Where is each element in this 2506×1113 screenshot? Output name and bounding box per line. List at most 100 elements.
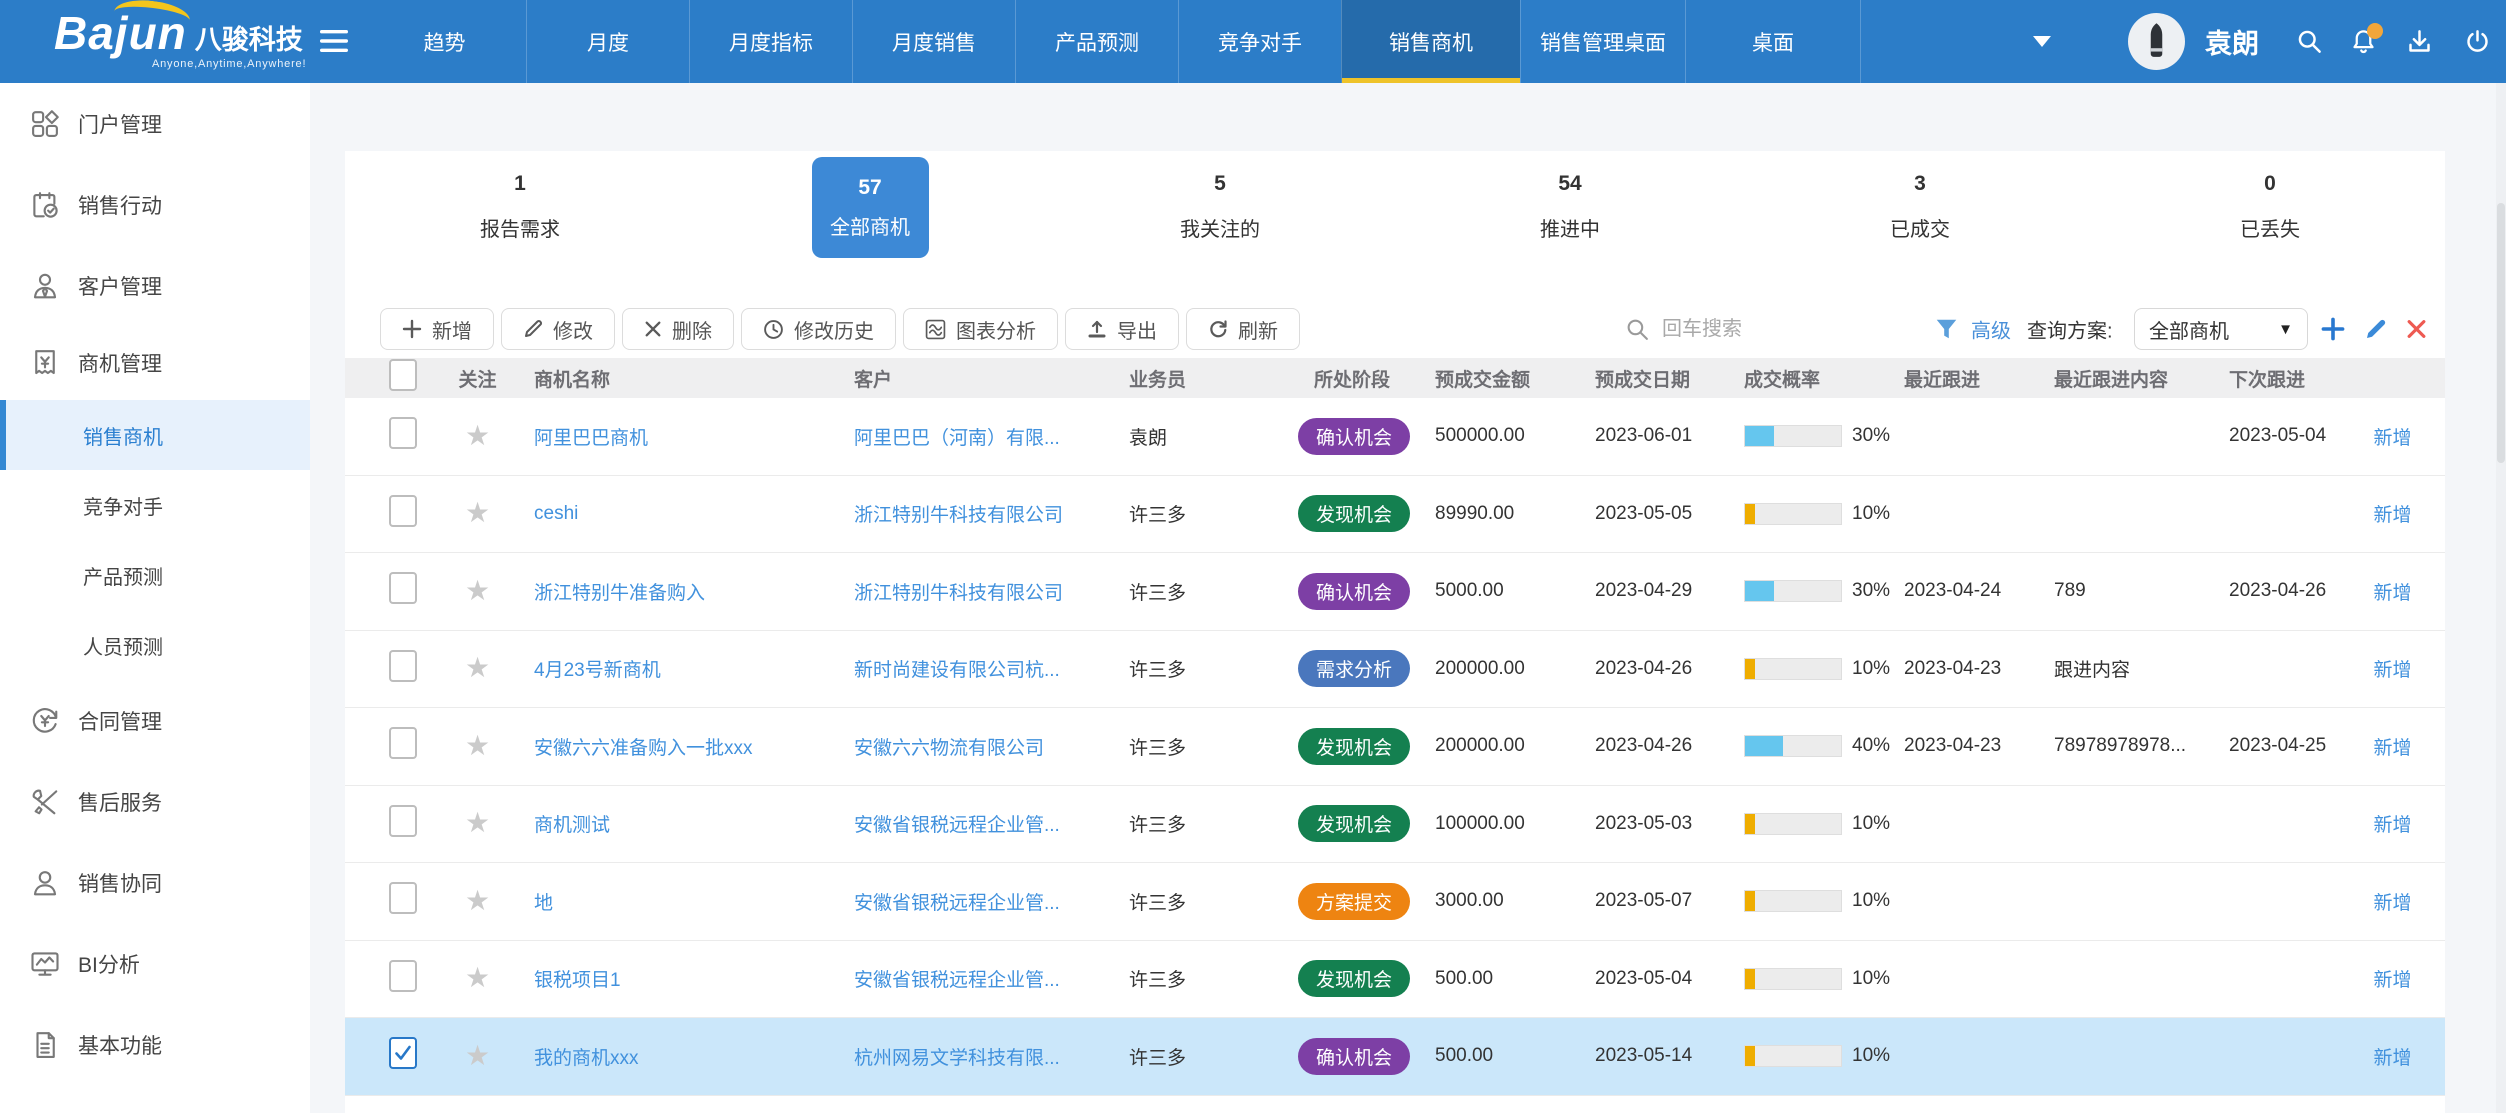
sidebar-subitem-人员预测[interactable]: 人员预测 — [0, 610, 310, 680]
star-icon[interactable]: ★ — [465, 1040, 490, 1071]
row-checkbox[interactable] — [389, 572, 417, 604]
sidebar-item-销售协同[interactable]: 销售协同 — [0, 842, 310, 923]
nav-tab-桌面[interactable]: 桌面 — [1685, 0, 1860, 83]
toolbar-button-导出[interactable]: 导出 — [1065, 308, 1179, 350]
star-icon[interactable]: ★ — [465, 962, 490, 993]
nav-tab-月度指标[interactable]: 月度指标 — [689, 0, 852, 83]
add-follow-link[interactable]: 新增 — [2373, 583, 2411, 604]
add-follow-link[interactable]: 新增 — [2373, 1048, 2411, 1069]
star-icon[interactable]: ★ — [465, 497, 490, 528]
sidebar-subitem-竞争对手[interactable]: 竞争对手 — [0, 470, 310, 540]
sidebar-item-商机管理[interactable]: 商机管理 — [0, 326, 310, 400]
customer-link[interactable]: 安徽省银税远程企业管... — [854, 970, 1060, 991]
stat-全部商机[interactable]: 57全部商机 — [812, 157, 929, 258]
nav-tab-趋势[interactable]: 趋势 — [363, 0, 526, 83]
row-checkbox[interactable] — [389, 805, 417, 837]
customer-link[interactable]: 安徽六六物流有限公司 — [854, 738, 1044, 759]
row-checkbox[interactable] — [389, 960, 417, 992]
opportunity-link[interactable]: 地 — [534, 893, 553, 914]
row-checkbox[interactable] — [389, 1037, 417, 1069]
cell-customer-link: 安徽省银税远程企业管... — [830, 965, 1105, 992]
sidebar-item-销售行动[interactable]: 销售行动 — [0, 164, 310, 245]
advanced-filter-link[interactable]: 高级 — [1971, 315, 2011, 344]
row-checkbox[interactable] — [389, 882, 417, 914]
customer-link[interactable]: 安徽省银税远程企业管... — [854, 815, 1060, 836]
star-icon[interactable]: ★ — [465, 807, 490, 838]
star-icon[interactable]: ★ — [465, 885, 490, 916]
add-scheme-icon[interactable] — [2321, 317, 2345, 341]
stat-已成交[interactable]: 3已成交 — [1890, 173, 1950, 240]
nav-tab-月度销售[interactable]: 月度销售 — [852, 0, 1015, 83]
opportunity-link[interactable]: 浙江特别牛准备购入 — [534, 583, 705, 604]
username[interactable]: 袁朗 — [2205, 0, 2259, 83]
sidebar-item-BI分析[interactable]: BI分析 — [0, 923, 310, 1004]
filter-funnel-icon[interactable] — [1935, 318, 1958, 341]
opportunity-link[interactable]: 我的商机xxx — [534, 1048, 639, 1069]
nav-tab-销售管理桌面[interactable]: 销售管理桌面 — [1520, 0, 1685, 83]
add-follow-link[interactable]: 新增 — [2373, 660, 2411, 681]
add-follow-link[interactable]: 新增 — [2373, 428, 2411, 449]
menu-toggle-icon[interactable] — [320, 30, 350, 54]
customer-link[interactable]: 阿里巴巴（河南）有限... — [854, 428, 1060, 449]
nav-more-dropdown-icon[interactable] — [1860, 0, 2065, 83]
stat-报告需求[interactable]: 1报告需求 — [480, 173, 560, 240]
star-icon[interactable]: ★ — [465, 730, 490, 761]
add-follow-link[interactable]: 新增 — [2373, 970, 2411, 991]
power-icon[interactable] — [2464, 0, 2491, 83]
toolbar-button-修改历史[interactable]: 修改历史 — [741, 308, 896, 350]
download-icon[interactable] — [2406, 0, 2433, 83]
star-icon[interactable]: ★ — [465, 575, 490, 606]
opportunity-link[interactable]: 银税项目1 — [534, 970, 621, 991]
opportunity-link[interactable]: 4月23号新商机 — [534, 660, 661, 681]
nav-tab-销售商机[interactable]: 销售商机 — [1341, 0, 1520, 83]
nav-tab-产品预测[interactable]: 产品预测 — [1015, 0, 1178, 83]
toolbar-button-修改[interactable]: 修改 — [501, 308, 615, 350]
avatar[interactable] — [2128, 13, 2185, 70]
customer-link[interactable]: 浙江特别牛科技有限公司 — [854, 505, 1063, 526]
toolbar-button-新增[interactable]: 新增 — [380, 308, 494, 350]
stat-我关注的[interactable]: 5我关注的 — [1180, 173, 1260, 240]
row-checkbox[interactable] — [389, 650, 417, 682]
star-icon[interactable]: ★ — [465, 420, 490, 451]
add-follow-link[interactable]: 新增 — [2373, 738, 2411, 759]
star-icon[interactable]: ★ — [465, 652, 490, 683]
opportunity-link[interactable]: 阿里巴巴商机 — [534, 428, 648, 449]
edit-scheme-icon[interactable] — [2364, 317, 2388, 341]
add-follow-link[interactable]: 新增 — [2373, 505, 2411, 526]
row-checkbox[interactable] — [389, 727, 417, 759]
sidebar-subitem-销售商机[interactable]: 销售商机 — [0, 400, 310, 470]
bell-icon[interactable] — [2350, 0, 2377, 83]
opportunity-link[interactable]: 安徽六六准备购入一批xxx — [534, 738, 753, 759]
query-scheme-select[interactable]: 全部商机 ▼ — [2134, 308, 2308, 350]
sidebar-item-客户管理[interactable]: 客户管理 — [0, 245, 310, 326]
opportunity-link[interactable]: ceshi — [534, 503, 578, 524]
probability-bar: 40% — [1744, 735, 1900, 757]
nav-tab-月度[interactable]: 月度 — [526, 0, 689, 83]
add-follow-link[interactable]: 新增 — [2373, 815, 2411, 836]
sidebar-item-售后服务[interactable]: 售后服务 — [0, 761, 310, 842]
sidebar-item-门户管理[interactable]: 门户管理 — [0, 83, 310, 164]
row-checkbox[interactable] — [389, 417, 417, 449]
sidebar-item-基本功能[interactable]: 基本功能 — [0, 1004, 310, 1085]
stat-已丢失[interactable]: 0已丢失 — [2240, 173, 2300, 240]
delete-scheme-icon[interactable] — [2406, 319, 2427, 340]
select-all-checkbox[interactable] — [389, 359, 417, 391]
opportunity-link[interactable]: 商机测试 — [534, 815, 610, 836]
sidebar-item-合同管理[interactable]: 合同管理 — [0, 680, 310, 761]
toolbar-button-删除[interactable]: 删除 — [622, 308, 734, 350]
stat-推进中[interactable]: 54推进中 — [1540, 173, 1600, 240]
scrollbar[interactable] — [2496, 83, 2506, 1113]
customer-link[interactable]: 新时尚建设有限公司杭... — [854, 660, 1060, 681]
row-checkbox[interactable] — [389, 495, 417, 527]
nav-tab-竞争对手[interactable]: 竞争对手 — [1178, 0, 1341, 83]
customer-link[interactable]: 杭州网易文学科技有限... — [854, 1048, 1060, 1069]
toolbar-button-刷新[interactable]: 刷新 — [1186, 308, 1300, 350]
search-icon[interactable] — [2296, 0, 2323, 83]
customer-link[interactable]: 浙江特别牛科技有限公司 — [854, 583, 1063, 604]
customer-link[interactable]: 安徽省银税远程企业管... — [854, 893, 1060, 914]
add-follow-link[interactable]: 新增 — [2373, 893, 2411, 914]
toolbar-button-图表分析[interactable]: 图表分析 — [903, 308, 1058, 350]
sidebar-subitem-产品预测[interactable]: 产品预测 — [0, 540, 310, 610]
scrollbar-thumb[interactable] — [2497, 203, 2505, 463]
search-input[interactable] — [1660, 317, 1890, 342]
